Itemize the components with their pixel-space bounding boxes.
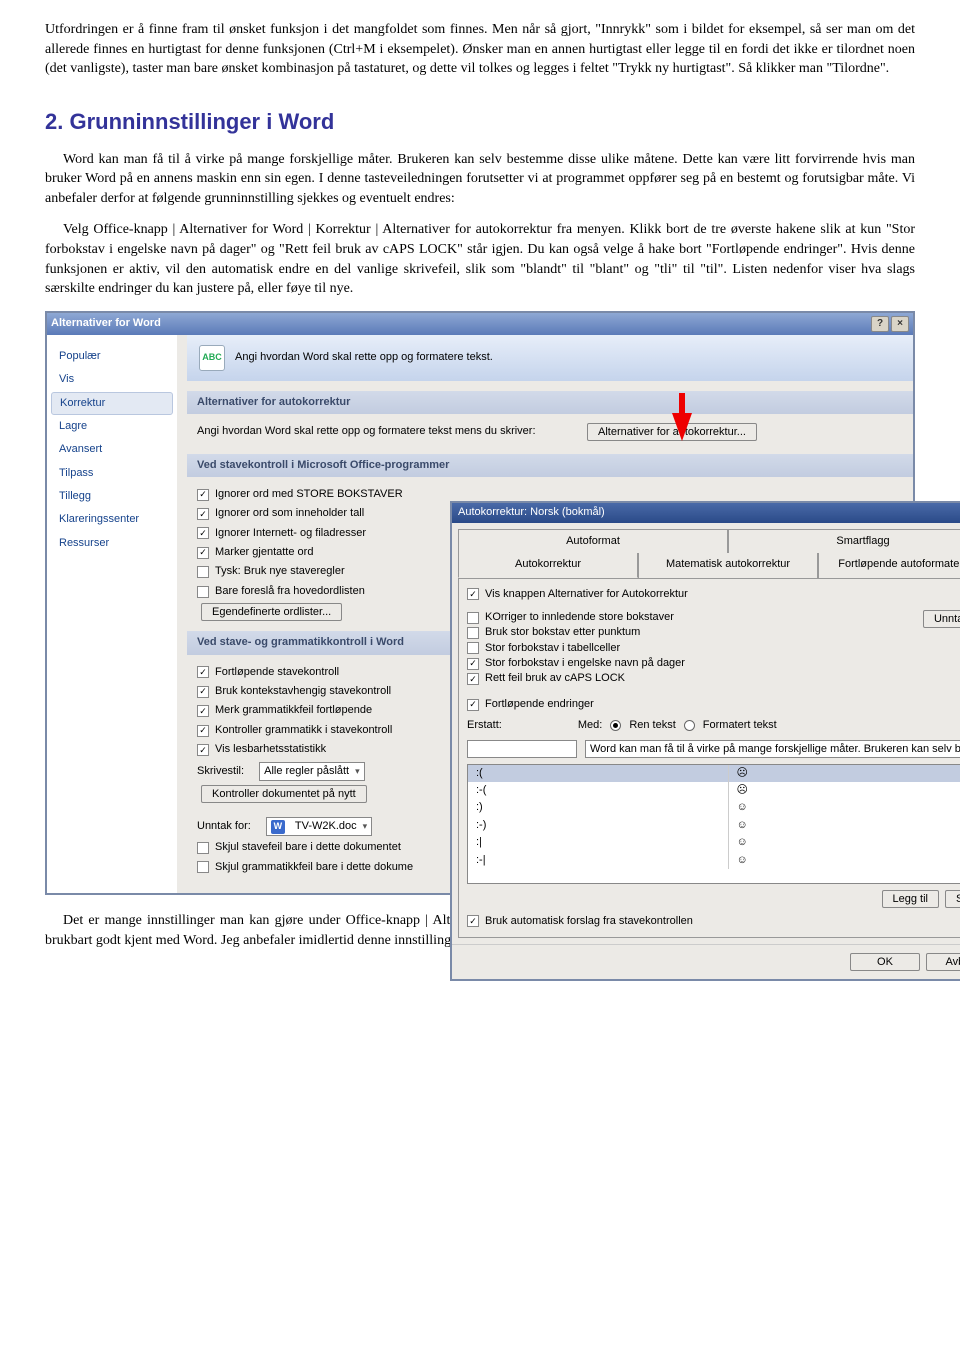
check-internet-label: Ignorer Internett- og filadresser xyxy=(215,526,366,541)
paragraph-3: Velg Office-knapp | Alternativer for Wor… xyxy=(45,220,915,298)
writing-style-label: Skrivestil: xyxy=(197,764,244,779)
with-label: Med: xyxy=(578,718,602,733)
tab-continuous-autoformat[interactable]: Fortløpende autoformatering xyxy=(818,553,960,577)
red-arrow-annotation xyxy=(672,413,692,441)
check-cap-tablecells-label: Stor forbokstav i tabellceller xyxy=(485,641,620,656)
section-spellcheck-office: Ved stavekontroll i Microsoft Office-pro… xyxy=(187,454,913,477)
check-show-autocorrect-label: Vis knappen Alternativer for Autokorrekt… xyxy=(485,587,688,602)
radio-formatted-text[interactable] xyxy=(684,720,695,731)
check-uppercase[interactable] xyxy=(197,489,209,501)
word-doc-icon: W xyxy=(271,820,285,834)
check-grammar-spell-label: Kontroller grammatikk i stavekontroll xyxy=(215,723,392,738)
close-button[interactable]: × xyxy=(891,316,909,332)
tab-autoformat[interactable]: Autoformat xyxy=(458,529,728,553)
sidebar: Populær Vis Korrektur Lagre Avansert Til… xyxy=(47,335,177,893)
exceptions-select[interactable]: WTV-W2K.doc xyxy=(266,817,372,836)
exceptions-label: Unntak for: xyxy=(197,819,251,834)
check-repeated[interactable] xyxy=(197,547,209,559)
check-hide-spell-doc[interactable] xyxy=(197,842,209,854)
check-hide-grammar-doc-label: Skjul grammatikkfeil bare i dette dokume xyxy=(215,860,413,875)
heading-section-2: 2. Grunninnstillinger i Word xyxy=(45,107,915,138)
check-readability-label: Vis lesbarhetsstatistikk xyxy=(215,742,326,757)
recheck-document-button[interactable]: Kontroller dokumentet på nytt xyxy=(201,785,367,803)
check-uppercase-label: Ignorer ord med STORE BOKSTAVER xyxy=(215,487,403,502)
check-numbers[interactable] xyxy=(197,508,209,520)
check-grammar-continuous[interactable] xyxy=(197,705,209,717)
tab-math-autocorrect[interactable]: Matematisk autokorrektur xyxy=(638,553,818,577)
check-auto-suggest-label: Bruk automatisk forslag fra stavekontrol… xyxy=(485,914,693,929)
add-button[interactable]: Legg til xyxy=(882,890,939,908)
radio-formatted-text-label: Formatert tekst xyxy=(703,718,777,733)
radio-plain-text[interactable] xyxy=(610,720,621,731)
check-numbers-label: Ignorer ord som inneholder tall xyxy=(215,506,364,521)
replace-input[interactable] xyxy=(467,740,577,758)
check-hide-spell-doc-label: Skjul stavefeil bare i dette dokumentet xyxy=(215,840,401,855)
banner: ABC Angi hvordan Word skal rette opp og … xyxy=(187,335,913,381)
check-grammar-spell[interactable] xyxy=(197,725,209,737)
check-context-spell-label: Bruk kontekstavhengig stavekontroll xyxy=(215,684,391,699)
check-cap-days-label: Stor forbokstav i engelske navn på dager xyxy=(485,656,685,671)
sidebar-item-klarering[interactable]: Klareringssenter xyxy=(47,508,177,531)
check-cap-days[interactable] xyxy=(467,658,479,670)
with-input[interactable] xyxy=(585,740,960,758)
autocorrect-dialog: Autokorrektur: Norsk (bokmål) ? × Autofo… xyxy=(450,501,960,981)
check-two-initials[interactable] xyxy=(467,612,479,624)
check-mainlist[interactable] xyxy=(197,586,209,598)
autocorrect-titlebar: Autokorrektur: Norsk (bokmål) ? × xyxy=(452,503,960,523)
sidebar-item-avansert[interactable]: Avansert xyxy=(47,438,177,461)
check-caps-lock[interactable] xyxy=(467,673,479,685)
check-hide-grammar-doc[interactable] xyxy=(197,861,209,873)
replace-label: Erstatt: xyxy=(467,718,502,733)
check-continuous-spell[interactable] xyxy=(197,666,209,678)
autocorrect-title: Autokorrektur: Norsk (bokmål) xyxy=(458,505,605,520)
custom-wordlists-button[interactable]: Egendefinerte ordlister... xyxy=(201,603,342,621)
sidebar-item-ressurser[interactable]: Ressurser xyxy=(47,532,177,555)
check-caps-lock-label: Rett feil bruk av cAPS LOCK xyxy=(485,671,625,686)
autokorrektur-text: Angi hvordan Word skal rette opp og form… xyxy=(197,424,536,439)
check-grammar-continuous-label: Merk grammatikkfeil fortløpende xyxy=(215,703,372,718)
paragraph-2: Word kan man få til å virke på mange for… xyxy=(45,150,915,209)
help-button[interactable]: ? xyxy=(871,316,889,332)
check-repeated-label: Marker gjentatte ord xyxy=(215,545,313,560)
cancel-button[interactable]: Avbryt xyxy=(926,953,960,971)
sidebar-item-korrektur[interactable]: Korrektur xyxy=(51,392,173,415)
check-show-autocorrect-btn[interactable] xyxy=(467,588,479,600)
section-autokorrektur: Alternativer for autokorrektur xyxy=(187,391,913,414)
check-two-initials-label: KOrriger to innledende store bokstaver xyxy=(485,610,674,625)
check-cap-after-period[interactable] xyxy=(467,627,479,639)
sidebar-item-popular[interactable]: Populær xyxy=(47,345,177,368)
check-auto-suggest[interactable] xyxy=(467,915,479,927)
exceptions-button[interactable]: Unntak... xyxy=(923,610,960,628)
sidebar-item-tillegg[interactable]: Tillegg xyxy=(47,485,177,508)
check-continuous-spell-label: Fortløpende stavekontroll xyxy=(215,665,339,680)
tab-autokorrektur[interactable]: Autokorrektur xyxy=(458,553,638,577)
check-cap-after-period-label: Bruk stor bokstav etter punktum xyxy=(485,625,640,640)
check-continuous-changes-label: Fortløpende endringer xyxy=(485,697,594,712)
autocorrect-list[interactable]: :(☹ :-(☹ :)☺ :-)☺ :|☺ :-|☺ xyxy=(467,764,960,884)
check-readability[interactable] xyxy=(197,744,209,756)
check-internet[interactable] xyxy=(197,527,209,539)
options-dialog-title: Alternativer for Word xyxy=(51,316,161,331)
sidebar-item-vis[interactable]: Vis xyxy=(47,368,177,391)
check-german-label: Tysk: Bruk nye staveregler xyxy=(215,564,345,579)
check-continuous-changes[interactable] xyxy=(467,699,479,711)
paragraph-1: Utfordringen er å finne fram til ønsket … xyxy=(45,20,915,79)
check-cap-tablecells[interactable] xyxy=(467,642,479,654)
tab-smartflagg[interactable]: Smartflagg xyxy=(728,529,960,553)
delete-button[interactable]: Slett xyxy=(945,890,960,908)
check-mainlist-label: Bare foreslå fra hovedordlisten xyxy=(215,584,365,599)
sidebar-item-tilpass[interactable]: Tilpass xyxy=(47,462,177,485)
sidebar-item-lagre[interactable]: Lagre xyxy=(47,415,177,438)
radio-plain-text-label: Ren tekst xyxy=(629,718,675,733)
banner-text: Angi hvordan Word skal rette opp og form… xyxy=(235,350,493,365)
options-dialog-titlebar: Alternativer for Word ? × xyxy=(47,313,913,335)
writing-style-select[interactable]: Alle regler påslått xyxy=(259,762,365,781)
check-context-spell[interactable] xyxy=(197,686,209,698)
ok-button[interactable]: OK xyxy=(850,953,920,971)
abc-check-icon: ABC xyxy=(199,345,225,371)
check-german[interactable] xyxy=(197,566,209,578)
autocorrect-panel: Vis knappen Alternativer for Autokorrekt… xyxy=(458,578,960,939)
options-dialog: Alternativer for Word ? × Populær Vis Ko… xyxy=(45,311,915,895)
